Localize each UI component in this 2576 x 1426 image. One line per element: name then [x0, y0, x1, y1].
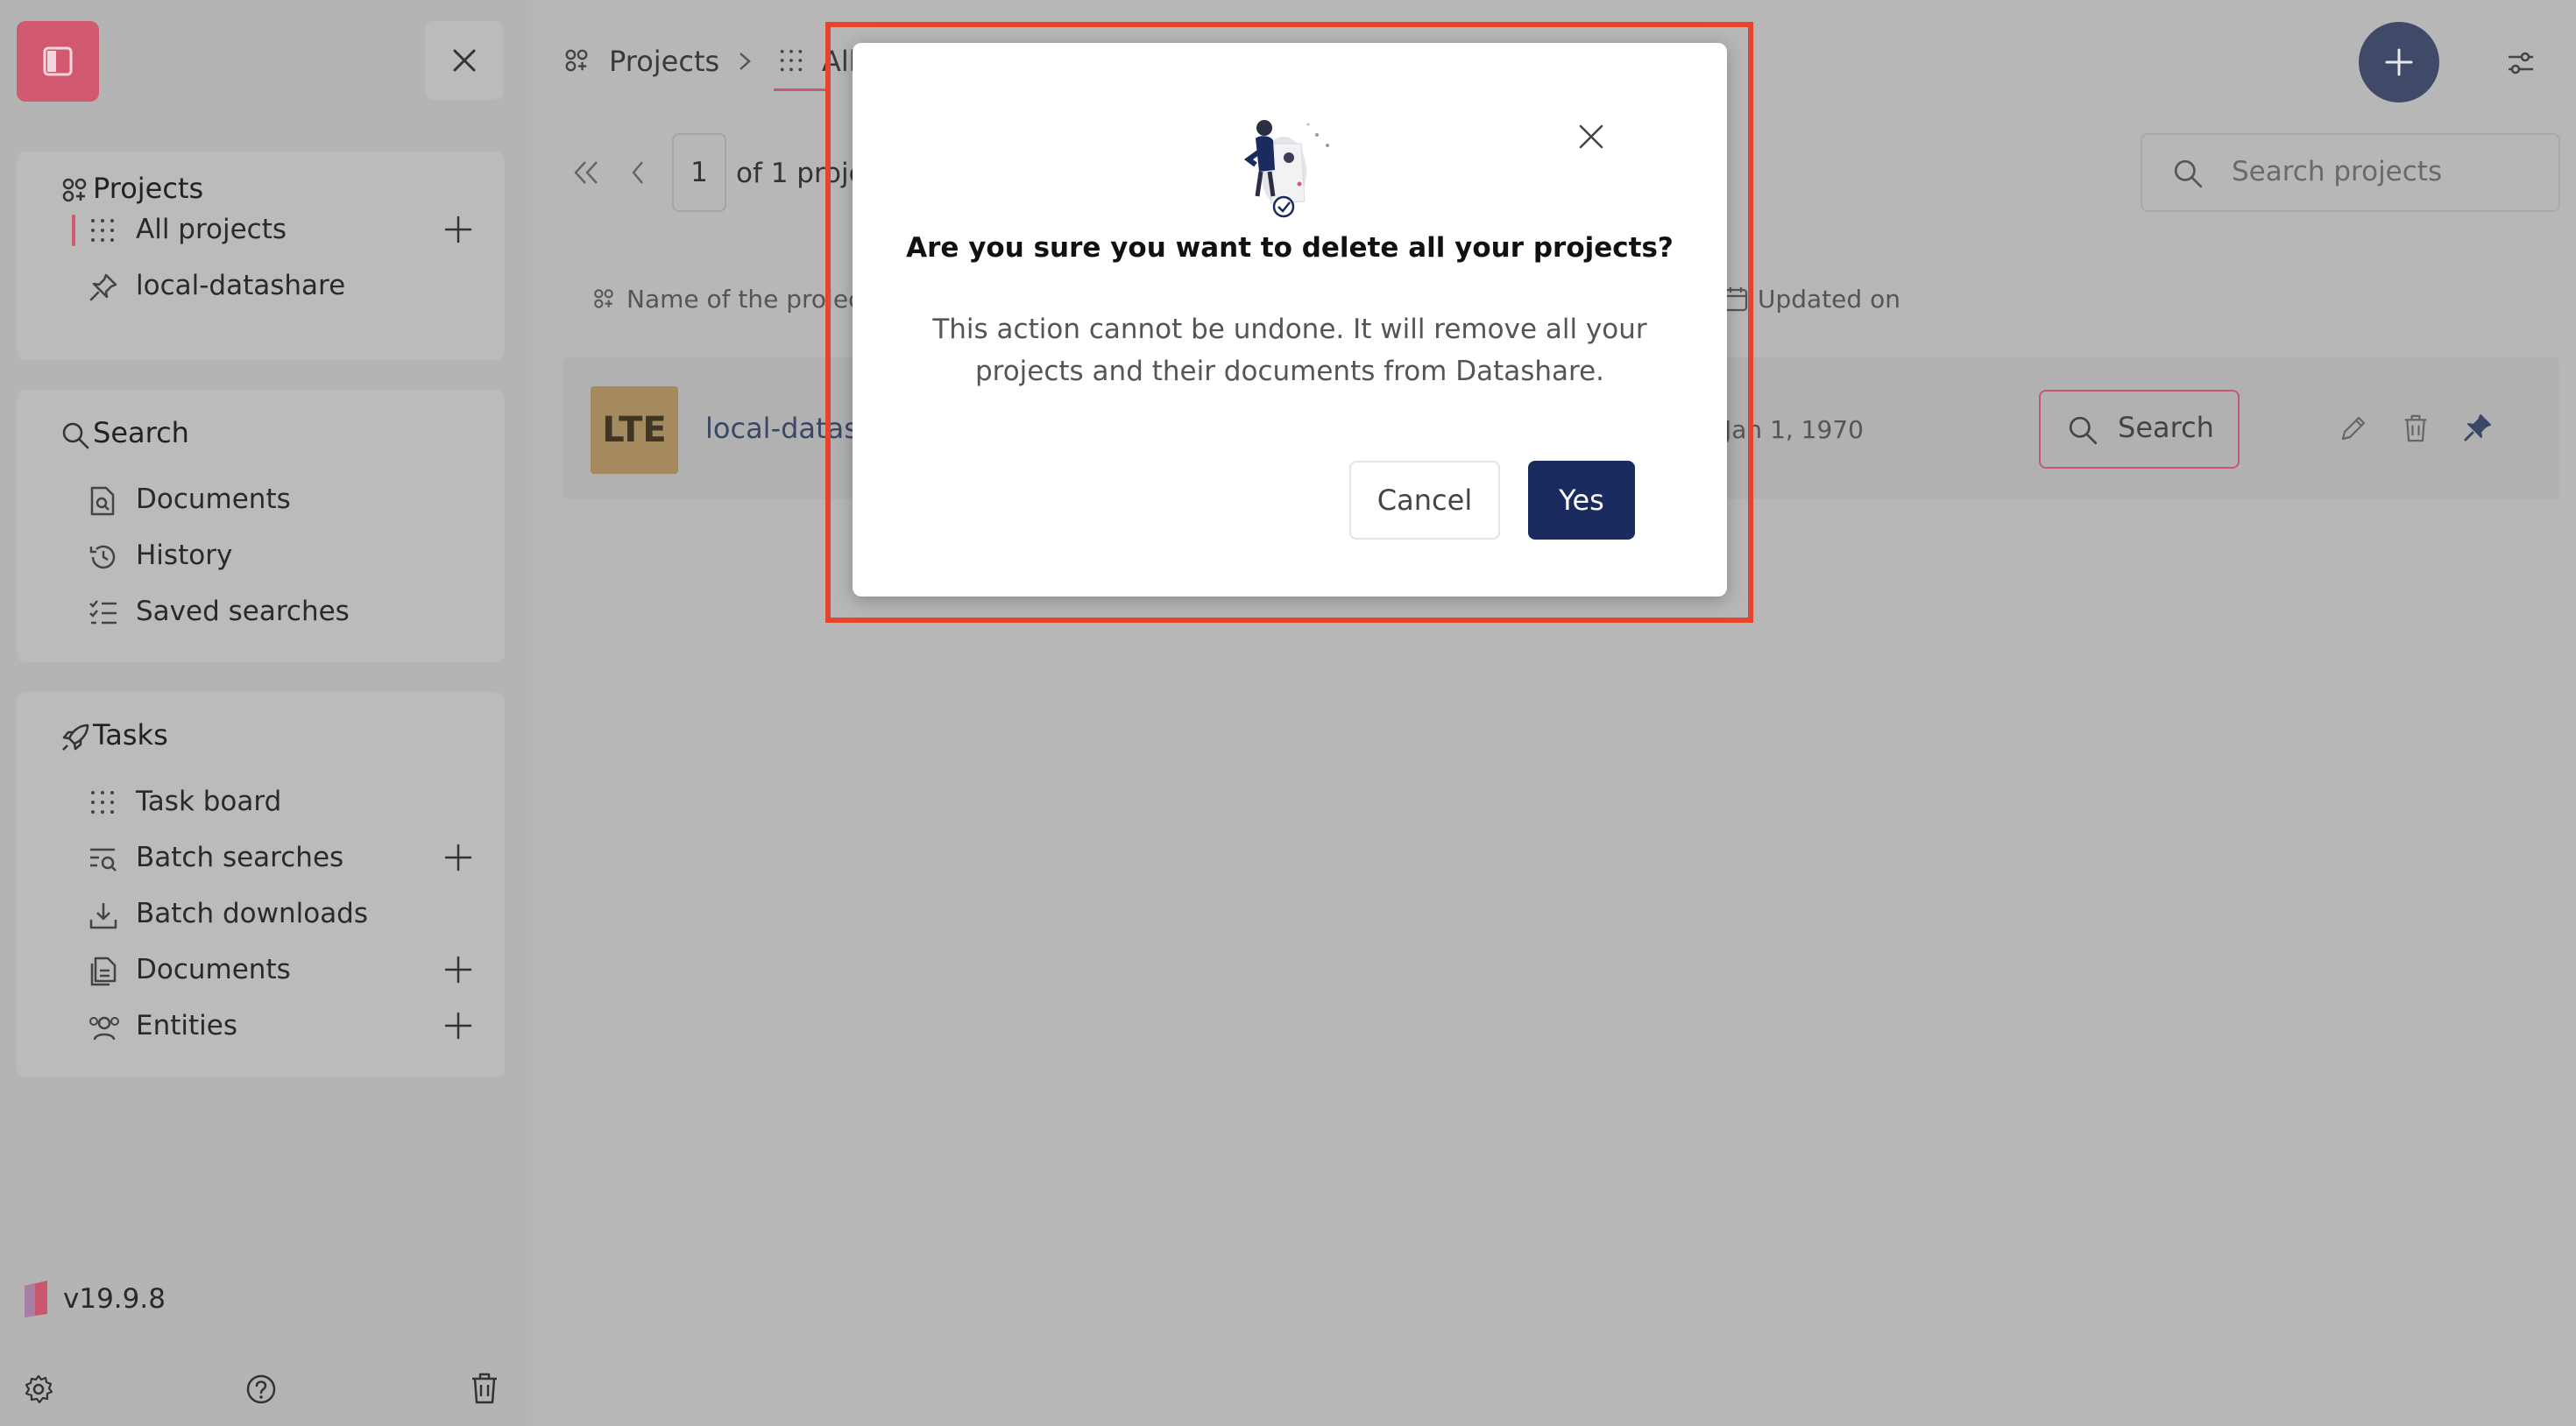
create-project-button[interactable]: [2359, 22, 2439, 102]
projects-icon: [594, 289, 613, 308]
project-search-label: Search: [2118, 411, 2214, 444]
rocket-icon: [62, 724, 89, 751]
project-search-button[interactable]: Search: [2039, 390, 2240, 469]
pin-icon: [89, 273, 117, 301]
download-icon: [89, 903, 117, 929]
trash-icon[interactable]: [2403, 413, 2429, 443]
help-icon[interactable]: [245, 1373, 277, 1405]
edit-icon[interactable]: [2339, 414, 2367, 442]
close-icon: [453, 49, 476, 72]
sidebar-item-label: local-datashare: [136, 270, 346, 301]
sidebar-item-batch-searches[interactable]: Batch searches: [17, 832, 505, 885]
sidebar-item-label: Documents: [136, 954, 291, 985]
add-document-icon[interactable]: [443, 955, 473, 985]
sidebar-item-all-projects[interactable]: All projects: [17, 204, 505, 257]
chevron-left-icon[interactable]: [629, 159, 647, 186]
sidebar-item-documents[interactable]: Documents: [17, 474, 505, 526]
sidebar-item-label: All projects: [136, 214, 287, 245]
search-placeholder: Search projects: [2232, 156, 2443, 187]
projects-title: Projects: [93, 172, 204, 205]
sidebar-item-batch-downloads[interactable]: Batch downloads: [17, 888, 505, 941]
version-label: v19.9.8: [63, 1283, 166, 1315]
search-icon: [2069, 416, 2098, 445]
sidebar-item-history[interactable]: History: [17, 530, 505, 582]
sidebar-item-label: Documents: [136, 484, 291, 515]
tasks-panel: Tasks Task board Batch searches Batch do…: [17, 692, 505, 1077]
sliders-icon[interactable]: [2506, 48, 2536, 78]
grid-icon: [780, 49, 803, 72]
sidebar-item-entities[interactable]: Entities: [17, 1000, 505, 1053]
users-icon: [89, 1016, 119, 1041]
history-icon: [89, 545, 116, 569]
sidebar-item-label: Batch downloads: [136, 898, 369, 929]
chevrons-left-icon[interactable]: [571, 159, 601, 186]
sidebar-item-label: Task board: [136, 786, 282, 817]
project-avatar: LTE: [591, 386, 678, 474]
highlight-frame: [825, 22, 1753, 623]
projects-icon: [62, 178, 87, 202]
trash-icon[interactable]: [470, 1372, 499, 1405]
settings-icon[interactable]: [23, 1373, 54, 1405]
add-batch-search-icon[interactable]: [443, 843, 473, 872]
projects-panel: Projects All projects local-datashare: [17, 152, 505, 360]
search-icon: [2174, 159, 2203, 188]
search-projects-input[interactable]: Search projects: [2141, 133, 2560, 212]
sidebar-item-saved-searches[interactable]: Saved searches: [17, 586, 505, 639]
page-number-input[interactable]: 1: [672, 133, 726, 212]
close-sidebar-button[interactable]: [425, 21, 504, 100]
sidebar-item-label: Batch searches: [136, 842, 344, 873]
document-search-icon: [90, 486, 115, 516]
search-panel: Search Documents History Saved searches: [17, 390, 505, 662]
breadcrumb-underline: [774, 88, 826, 91]
active-indicator: [72, 215, 75, 246]
search-icon: [62, 422, 89, 449]
chevron-right-icon: [740, 53, 751, 70]
plus-icon: [2385, 48, 2413, 76]
sidebar-item-local-datashare[interactable]: local-datashare: [17, 260, 505, 313]
sidebar-item-label: Saved searches: [136, 596, 350, 627]
add-entity-icon[interactable]: [443, 1011, 473, 1041]
batch-search-icon: [90, 848, 117, 872]
column-header-updated[interactable]: Updated on: [1758, 285, 1900, 314]
pinned-icon[interactable]: [2463, 413, 2493, 442]
search-title: Search: [93, 416, 189, 449]
projects-icon: [565, 49, 588, 72]
sidebar-item-task-board[interactable]: Task board: [17, 776, 505, 829]
toggle-sidebar-button[interactable]: [17, 21, 99, 102]
grid-icon: [91, 219, 114, 242]
list-checks-icon: [89, 600, 117, 625]
documents-icon: [90, 957, 117, 986]
sidebar-item-label: History: [136, 540, 233, 571]
sidebar-item-label: Entities: [136, 1010, 237, 1041]
datashare-logo-icon: [25, 1281, 47, 1317]
tasks-title: Tasks: [93, 718, 168, 752]
add-project-icon[interactable]: [443, 215, 473, 244]
sidebar-item-documents-task[interactable]: Documents: [17, 944, 505, 997]
grid-icon: [91, 791, 114, 814]
sidebar-toggle-icon: [43, 46, 73, 76]
breadcrumb-projects[interactable]: Projects: [609, 45, 719, 78]
